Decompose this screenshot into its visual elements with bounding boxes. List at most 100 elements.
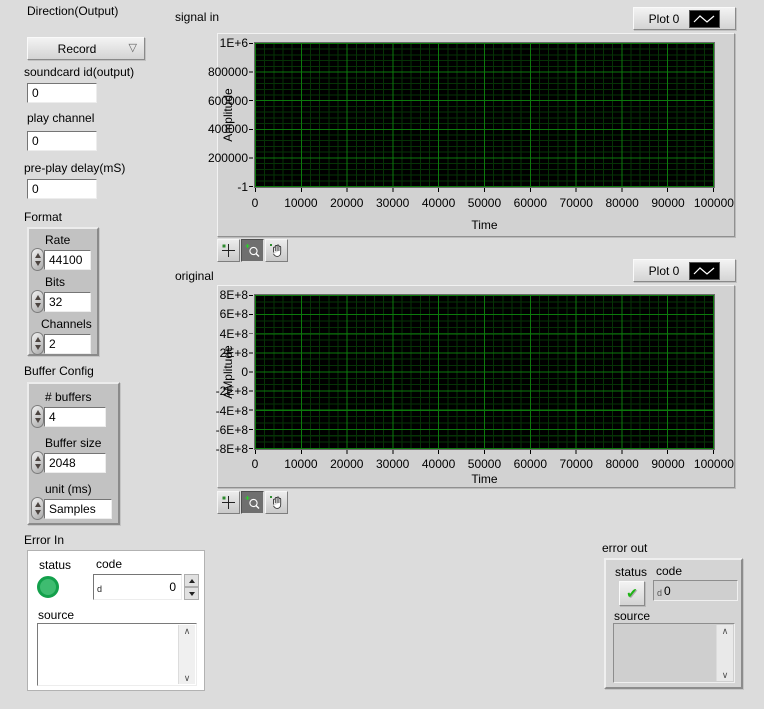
decrement-button[interactable]	[184, 587, 199, 600]
error-in-source-textarea[interactable]: ∧ ∨	[37, 623, 197, 686]
checkmark-icon: ✔	[626, 585, 638, 602]
graph1-legend[interactable]: Plot 0	[633, 7, 736, 30]
channels-label: Channels	[41, 317, 97, 331]
bits-field: Bits 32	[29, 275, 97, 313]
scroll-up-icon[interactable]: ∧	[722, 625, 729, 637]
cursor-tool-button[interactable]	[217, 491, 240, 514]
graph2-x-axis-label: Time	[255, 472, 714, 486]
error-out-code-label: code	[656, 564, 682, 578]
graph2-x-tickmarks	[255, 450, 714, 454]
pan-tool-button[interactable]	[265, 491, 288, 514]
buffer-config-cluster-label: Buffer Config	[24, 364, 94, 378]
graph2-x-ticks: 0100002000030000400005000060000700008000…	[255, 457, 714, 471]
scroll-up-icon[interactable]: ∧	[184, 625, 191, 637]
graph2-plot-area	[254, 294, 715, 450]
graph2-panel: 8E+86E+84E+82E+80-2E+8-4E+8-6E+8-8E+8 AM…	[217, 285, 735, 488]
bits-input[interactable]: 32	[44, 292, 91, 312]
play-channel-label: play channel	[27, 111, 94, 125]
graph2-y-axis-label: AMplitude	[221, 295, 237, 449]
zoom-tool-button[interactable]	[241, 491, 264, 514]
error-in-code-input[interactable]: d 0	[93, 574, 182, 600]
scroll-down-icon[interactable]: ∨	[722, 669, 729, 681]
plot-line-sample-icon	[689, 10, 720, 28]
unit-label: unit (ms)	[45, 482, 118, 496]
plot-line-sample-icon	[689, 262, 720, 280]
bits-label: Bits	[45, 275, 97, 289]
chevron-down-icon: ▽	[129, 41, 137, 54]
rate-label: Rate	[45, 233, 97, 247]
error-out-source-textarea: ∧ ∨	[613, 623, 735, 683]
buffer-config-cluster: # buffers 4 Buffer size 2048 unit (ms) S…	[27, 382, 120, 525]
graph1-x-ticks: 0100002000030000400005000060000700008000…	[255, 196, 714, 210]
graph1-title: signal in	[175, 10, 219, 24]
rate-spinner[interactable]	[31, 248, 44, 271]
error-in-code-spin	[184, 574, 199, 600]
error-in-code-value: 0	[104, 580, 181, 594]
scrollbar[interactable]: ∧ ∨	[178, 625, 195, 684]
graph1-y-tickmarks	[249, 43, 253, 188]
graph1-panel: 1E+6800000600000400000200000-1 Amplitude…	[217, 33, 735, 237]
zoom-tool-button[interactable]	[241, 239, 264, 262]
labview-front-panel: Direction(Output) Record ▽ soundcard id(…	[0, 0, 764, 709]
buffer-size-input[interactable]: 2048	[44, 453, 106, 473]
hand-icon	[269, 243, 284, 258]
channels-field: Channels 2	[29, 317, 97, 355]
format-cluster: Rate 44100 Bits 32 Channels 2	[27, 227, 99, 356]
unit-input[interactable]: Samples	[44, 499, 112, 519]
pre-play-delay-label: pre-play delay(mS)	[24, 161, 125, 175]
error-in-source-label: source	[38, 608, 74, 622]
graph2-legend-label: Plot 0	[649, 264, 680, 278]
graph2-title: original	[175, 269, 214, 283]
soundcard-id-label: soundcard id(output)	[24, 65, 134, 79]
error-out-cluster-label: error out	[602, 541, 647, 555]
soundcard-id-input[interactable]: 0	[27, 83, 97, 103]
scrollbar[interactable]: ∧ ∨	[716, 625, 733, 681]
error-in-code-label: code	[96, 557, 122, 571]
error-in-status-label: status	[39, 558, 71, 572]
rate-field: Rate 44100	[29, 233, 97, 271]
format-cluster-label: Format	[24, 210, 62, 224]
bits-spinner[interactable]	[31, 290, 44, 313]
radix-indicator: d	[97, 584, 102, 594]
channels-input[interactable]: 2	[44, 334, 91, 354]
num-buffers-field: # buffers 4	[29, 390, 118, 428]
error-out-code-value-field: d 0	[653, 580, 738, 601]
graph1-y-axis-label: Amplitude	[221, 43, 237, 187]
num-buffers-spinner[interactable]	[31, 405, 44, 428]
graph2-y-tickmarks	[249, 295, 253, 450]
num-buffers-label: # buffers	[45, 390, 118, 404]
pre-play-delay-input[interactable]: 0	[27, 179, 97, 199]
play-channel-input[interactable]: 0	[27, 131, 97, 151]
direction-dropdown-value: Record	[58, 42, 97, 56]
graph1-palette	[217, 239, 288, 262]
num-buffers-input[interactable]: 4	[44, 407, 106, 427]
cursor-tool-button[interactable]	[217, 239, 240, 262]
magnifier-icon	[245, 243, 260, 258]
graph1-x-axis-label: Time	[255, 218, 714, 232]
buffer-size-spinner[interactable]	[31, 451, 44, 474]
channels-spinner[interactable]	[31, 332, 44, 355]
error-out-status-indicator: ✔	[619, 581, 645, 606]
error-in-cluster: status code d 0 source ∧ ∨	[27, 550, 205, 691]
graph2-legend[interactable]: Plot 0	[633, 259, 736, 282]
magnifier-icon	[245, 495, 260, 510]
graph1-plot-area	[254, 42, 715, 188]
unit-spinner[interactable]	[31, 497, 44, 520]
error-in-cluster-label: Error In	[24, 533, 64, 547]
error-in-status-led[interactable]	[37, 576, 59, 598]
buffer-size-label: Buffer size	[45, 436, 118, 450]
scroll-down-icon[interactable]: ∨	[184, 672, 191, 684]
direction-label: Direction(Output)	[27, 4, 118, 18]
increment-button[interactable]	[184, 574, 199, 587]
direction-dropdown[interactable]: Record ▽	[27, 37, 145, 60]
crosshair-icon	[221, 495, 236, 510]
error-out-cluster: status ✔ code d 0 source ∧ ∨	[604, 558, 743, 689]
graph1-legend-label: Plot 0	[649, 12, 680, 26]
graph1-x-tickmarks	[255, 188, 714, 192]
error-out-code-value: 0	[664, 584, 671, 598]
radix-indicator: d	[657, 588, 662, 598]
rate-input[interactable]: 44100	[44, 250, 91, 270]
crosshair-icon	[221, 243, 236, 258]
pan-tool-button[interactable]	[265, 239, 288, 262]
hand-icon	[269, 495, 284, 510]
